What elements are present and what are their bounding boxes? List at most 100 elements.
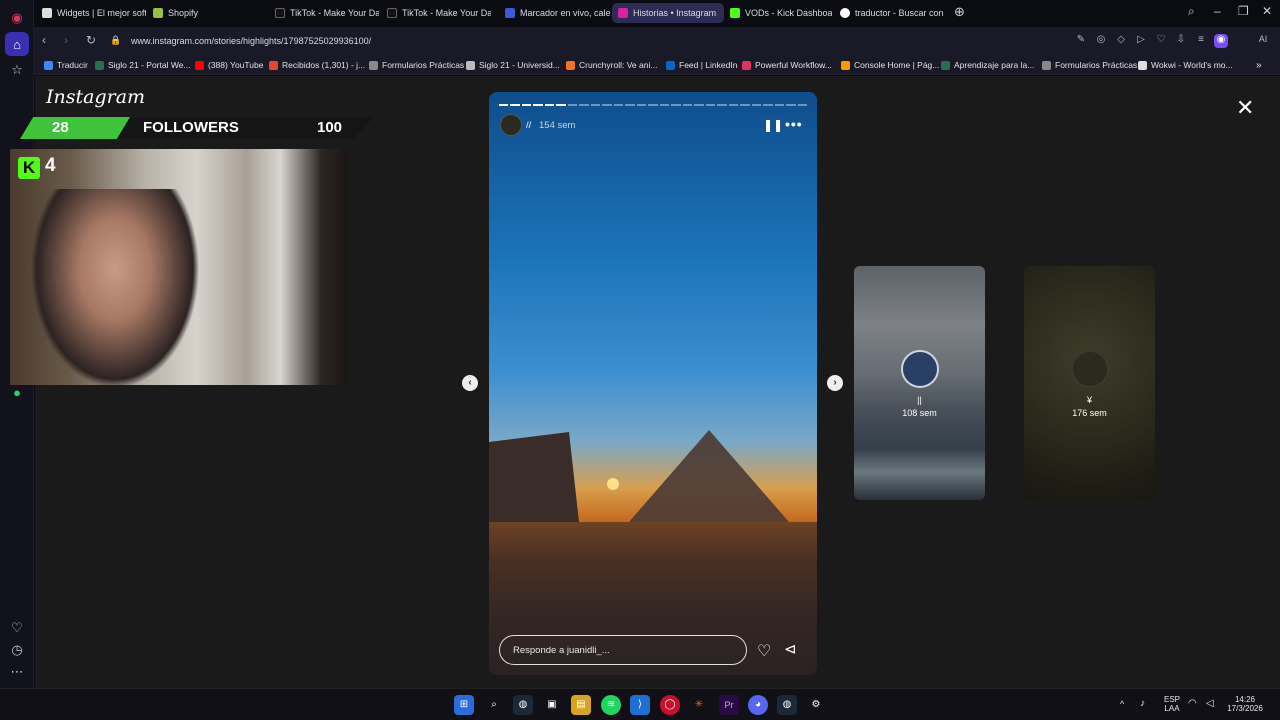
more-icon[interactable]: ⋯ [5,660,29,684]
tab-instagram[interactable]: Historias • Instagram [612,3,724,23]
bookmark-label: Siglo 21 - Universid... [479,60,560,70]
send-icon[interactable]: ▷ [1134,34,1148,48]
heart-icon[interactable]: ♡ [5,616,29,640]
tab-google[interactable]: traductor - Buscar con Go [834,3,946,23]
bookmark-item[interactable]: Crunchyroll: Ve ani... [566,58,657,72]
progress-segment [682,104,693,106]
bookmark-item[interactable]: Formularios Prácticas [369,58,464,72]
camera-icon[interactable]: ◎ [1094,34,1108,48]
progress-segment [751,104,762,106]
tab-label: VODs - Kick Dashboard [745,8,832,18]
bookmark-item[interactable]: Console Home | Pág... [841,58,939,72]
pause-icon[interactable]: ❚❚ [763,118,783,132]
goal-bar-fill [20,117,130,139]
bookmark-item[interactable]: Formularios Prácticas [1042,58,1137,72]
volume-icon[interactable]: ◁ [1206,698,1214,709]
reply-input[interactable] [499,635,747,665]
home-icon[interactable]: ⌂ [5,32,29,56]
back-icon[interactable]: ‹ [42,33,46,47]
bookmark-item[interactable]: Aprendizaje para la... [941,58,1034,72]
ai-button[interactable]: AI [1250,34,1276,48]
progress-segment [659,104,670,106]
story-username[interactable]: // [526,120,531,131]
bookmark-label: Wokwi - World's mo... [1151,60,1233,70]
story-preview[interactable]: ¥ 176 sem [1024,266,1155,500]
obs-icon[interactable]: ✳ [689,695,709,715]
vscode-icon[interactable]: ⟩ [630,695,650,715]
tab-tiktok-1[interactable]: TikTok - Make Your Day [269,3,379,23]
premiere-icon[interactable]: Pr [719,695,739,715]
steam-icon[interactable]: ◍ [513,695,533,715]
progress-segment [636,104,647,106]
address-bar: ‹ › ↻ 🔒 www.instagram.com/stories/highli… [34,27,1280,55]
previous-story-button[interactable]: ‹ [462,375,478,391]
steam-icon[interactable]: ◍ [777,695,797,715]
chevron-up-icon[interactable]: ^ [1120,699,1124,709]
viewer-count: 4 [45,155,56,176]
progress-segment [774,104,785,106]
bookmark-label: Formularios Prácticas [382,60,465,70]
bookmark-item[interactable]: Siglo 21 - Portal We... [95,58,191,72]
story-card[interactable]: // 154 sem ❚❚ ••• ♡ ⊲ [489,92,817,675]
tab-kick[interactable]: VODs - Kick Dashboard [724,3,832,23]
search-icon[interactable]: ⌕ [484,695,504,715]
tab-label: Shopify [168,8,199,18]
minimize-icon[interactable]: – [1214,4,1221,18]
more-bookmarks-icon[interactable]: » [1256,58,1262,72]
opera-logo-icon[interactable]: ◉ [5,6,29,30]
microphone-icon[interactable]: ♪ [1140,698,1145,709]
clock[interactable]: 14:26 17/3/2026 [1222,695,1268,713]
wifi-icon[interactable]: ◠ [1188,698,1197,709]
taskbar: ⊞ ⌕ ◍ ▣ ▤ ≋ ⟩ ◯ ✳ Pr ◕ ◍ ⚙ ^ ♪ ESP LAA ◠… [0,688,1280,720]
spotify-icon[interactable]: ≋ [601,695,621,715]
tab-shopify[interactable]: Shopify [147,3,217,23]
forward-icon[interactable]: › [64,33,68,47]
progress-segment [740,104,750,106]
tab-widgets[interactable]: Widgets | El mejor softwa [36,3,146,23]
settings-icon[interactable]: ⚙ [806,695,826,715]
story-preview[interactable]: || 108 sem [854,266,985,500]
profile-icon[interactable]: ◉ [1214,34,1228,48]
store-icon[interactable]: ▣ [542,695,562,715]
progress-segment [602,104,612,106]
edit-icon[interactable]: ✎ [1074,34,1088,48]
close-window-icon[interactable]: ✕ [1262,4,1272,18]
instagram-logo[interactable]: Instagram [46,86,145,108]
bookmark-item[interactable]: Powerful Workflow... [742,58,832,72]
reload-icon[interactable]: ↻ [86,33,96,47]
bookmark-item[interactable]: Traducir [44,58,88,72]
new-tab-icon[interactable]: ⊕ [954,4,965,20]
opera-icon[interactable]: ◯ [660,695,680,715]
youtube-icon [195,60,204,70]
file-explorer-icon[interactable]: ▤ [571,695,591,715]
share-icon[interactable]: ⊲ [784,640,797,658]
favorite-icon[interactable]: ♡ [1154,34,1168,48]
bookmark-item[interactable]: Recibidos (1,301) - j... [269,58,365,72]
language-indicator[interactable]: ESP LAA [1162,695,1182,713]
progress-segment [625,104,635,106]
history-icon[interactable]: ◷ [5,638,29,662]
tab-tiktok-2[interactable]: TikTok - Make Your Day [381,3,491,23]
more-options-icon[interactable]: ••• [785,116,803,132]
bookmark-item[interactable]: (388) YouTube [195,58,263,72]
close-story-icon[interactable]: ✕ [1236,95,1254,121]
star-icon[interactable]: ☆ [5,58,29,82]
maximize-icon[interactable]: ❐ [1238,4,1249,18]
windows-start-icon[interactable]: ⊞ [454,695,474,715]
avatar[interactable] [500,114,522,136]
progress-segment [510,104,520,106]
bookmark-item[interactable]: Wokwi - World's mo... [1138,58,1233,72]
search-tabs-icon[interactable]: ⌕ [1188,4,1195,19]
bookmark-label: Crunchyroll: Ve ani... [579,60,658,70]
discord-icon[interactable]: ◕ [748,695,768,715]
tab-marcador[interactable]: Marcador en vivo, calenda [499,3,611,23]
menu-icon[interactable]: ≡ [1194,34,1208,48]
download-icon[interactable]: ⇩ [1174,34,1188,48]
bookmark-item[interactable]: Siglo 21 - Universid... [466,58,560,72]
bookmark-label: Console Home | Pág... [854,60,940,70]
tiktok-icon [275,8,285,18]
bookmark-item[interactable]: Feed | LinkedIn [666,58,737,72]
like-icon[interactable]: ♡ [757,641,771,661]
shield-icon[interactable]: ◇ [1114,34,1128,48]
next-story-button[interactable]: › [827,375,843,391]
